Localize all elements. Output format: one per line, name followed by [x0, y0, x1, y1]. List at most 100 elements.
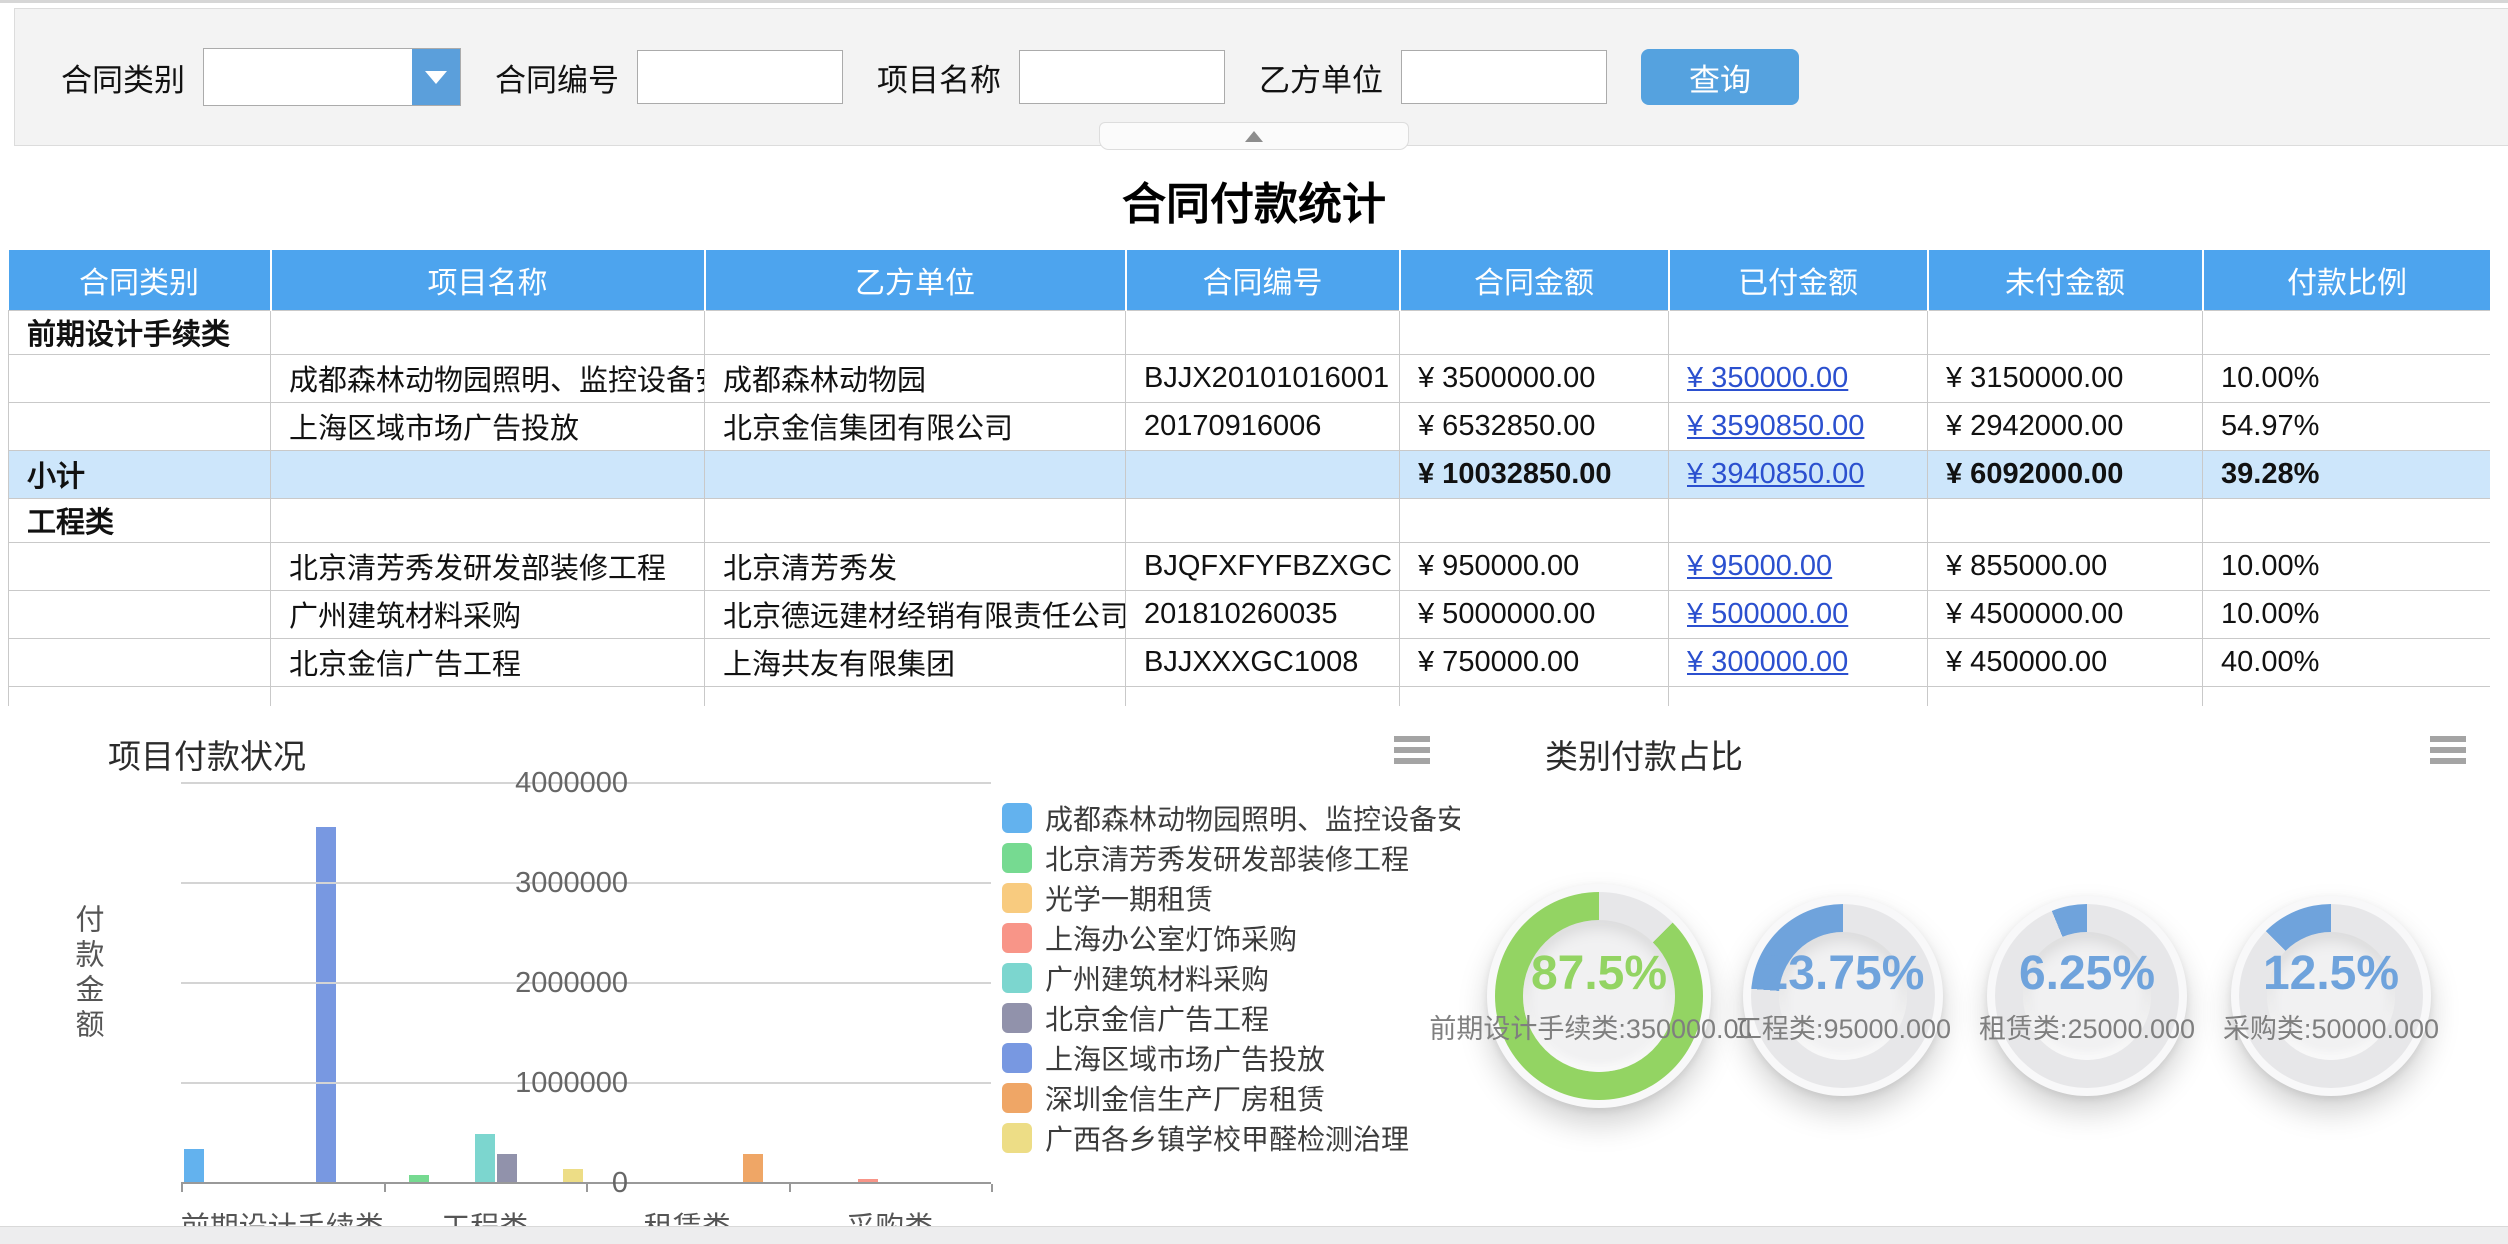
gauge-text: 6.25%租赁类:25000.000	[1987, 896, 2187, 1096]
table-cell	[1669, 310, 1928, 354]
paid-amount-cell: ¥ 95000.00	[1669, 542, 1928, 590]
table-cell	[705, 310, 1126, 354]
legend-swatch	[1002, 843, 1032, 873]
party-b-label: 乙方单位	[1259, 55, 1383, 100]
paid-amount-link[interactable]: ¥ 3590850.00	[1687, 410, 1864, 442]
axis-tick	[384, 1184, 386, 1192]
paid-amount-link[interactable]: ¥ 350000.00	[1687, 362, 1848, 394]
bar-slot	[293, 786, 315, 1184]
paid-amount-link[interactable]: ¥ 3940850.00	[1687, 458, 1864, 490]
contract-type-select-value	[204, 49, 412, 105]
bar-slot	[879, 786, 901, 1184]
party-b-input[interactable]	[1401, 50, 1607, 104]
table-cell: 工程类	[9, 498, 271, 542]
bar-slot	[791, 786, 813, 1184]
contract-table-body: 前期设计手续类成都森林动物园照明、监控设备安装工程成都森林动物园BJJX2010…	[9, 310, 2491, 706]
bar-slot	[452, 786, 474, 1184]
bar-slot	[227, 786, 249, 1184]
page-title: 合同付款统计	[0, 168, 2508, 232]
legend-label: 广州建筑材料采购	[1045, 958, 1269, 998]
table-cell: 北京清芳秀发研发部装修工程	[271, 542, 705, 590]
table-cell	[1928, 310, 2203, 354]
paid-amount-cell: ¥ 3940850.00	[1669, 450, 1928, 498]
table-cell	[1400, 498, 1669, 542]
query-button[interactable]: 查询	[1641, 49, 1799, 105]
table-cell: 小计	[9, 450, 271, 498]
gauge-percent: 87.5%	[1531, 946, 1667, 1001]
bar-slot	[386, 786, 408, 1184]
table-cell: ¥ 10032850.00	[1400, 450, 1669, 498]
bar-slot	[676, 786, 698, 1184]
project-name-input[interactable]	[1019, 50, 1225, 104]
table-row: 成都森林动物园照明、监控设备安装工程成都森林动物园BJJX20101016001…	[9, 354, 2491, 402]
gauge-text: 87.5%前期设计手续类:350000.000	[1487, 884, 1711, 1108]
table-row: 上海区域市场广告投放北京金信集团有限公司20170916006¥ 6532850…	[9, 402, 2491, 450]
legend-swatch	[1002, 883, 1032, 913]
bar-chart-menu-icon[interactable]	[1394, 736, 1430, 769]
contract-no-input[interactable]	[637, 50, 843, 104]
bar-group	[789, 786, 992, 1184]
bar-slot	[271, 786, 293, 1184]
table-cell	[705, 498, 1126, 542]
table-cell: 北京金信广告工程	[271, 638, 705, 686]
legend-label: 北京金信广告工程	[1045, 998, 1269, 1038]
bar-slot	[430, 786, 452, 1184]
table-cell: 北京清芳秀发	[705, 542, 1126, 590]
bar-group	[181, 786, 384, 1184]
legend-label: 广西各乡镇学校甲醛检测治理	[1045, 1118, 1409, 1158]
paid-amount-link[interactable]: ¥ 300000.00	[1687, 646, 1848, 678]
table-cell: ¥ 3150000.00	[1928, 354, 2203, 402]
filter-collapse-tab[interactable]	[1099, 122, 1409, 150]
bar-chart-title: 项目付款状况	[108, 730, 306, 778]
column-header: 付款比例	[2203, 250, 2491, 310]
bar-slot	[901, 786, 923, 1184]
table-cell: 10.00%	[2203, 354, 2491, 402]
gauge-chart-menu-icon[interactable]	[2430, 736, 2466, 769]
bar-slot	[360, 786, 382, 1184]
legend-label: 北京清芳秀发研发部装修工程	[1045, 838, 1409, 878]
table-cell: 成都森林动物园	[705, 354, 1126, 402]
paid-amount-cell: ¥ 300000.00	[1669, 638, 1928, 686]
gauge-label: 工程类:95000.000	[1735, 1007, 1951, 1046]
column-header: 合同类别	[9, 250, 271, 310]
legend-swatch	[1002, 1003, 1032, 1033]
project-payment-chart-panel: 项目付款状况 付款金额 0100000020000003000000400000…	[30, 712, 1450, 1228]
legend-swatch	[1002, 1043, 1032, 1073]
paid-amount-cell: ¥ 3590850.00	[1669, 402, 1928, 450]
legend-label: 上海办公室灯饰采购	[1045, 918, 1297, 958]
contract-type-select[interactable]	[203, 48, 461, 106]
axis-tick	[789, 1184, 791, 1192]
table-cell: BJQFXFYFBZXGC	[1126, 542, 1400, 590]
paid-amount-link[interactable]: ¥ 500000.00	[1687, 598, 1848, 630]
table-row: 工程类	[9, 498, 2491, 542]
table-cell	[1126, 498, 1400, 542]
table-header-row: 合同类别项目名称乙方单位合同编号合同金额已付金额未付金额付款比例	[9, 250, 2491, 310]
contract-table: 合同类别项目名称乙方单位合同编号合同金额已付金额未付金额付款比例 前期设计手续类…	[8, 250, 2490, 706]
table-cell: BJJX20101016001	[1126, 354, 1400, 402]
bar-slot	[857, 786, 879, 1184]
table-cell	[271, 450, 705, 498]
column-header: 合同金额	[1400, 250, 1669, 310]
contract-type-dropdown-button[interactable]	[412, 49, 460, 105]
contract-type-label: 合同类别	[61, 55, 185, 100]
table-cell: 上海共友有限集团	[705, 638, 1126, 686]
table-cell	[9, 590, 271, 638]
bar-slot	[835, 786, 857, 1184]
gauge-percent: 12.5%	[2263, 946, 2399, 1001]
table-cell	[9, 686, 271, 706]
column-header: 合同编号	[1126, 250, 1400, 310]
bar-slot	[654, 786, 676, 1184]
bar-slot	[474, 786, 496, 1184]
horizontal-scrollbar[interactable]	[0, 1226, 2508, 1244]
gauge-chart-title: 类别付款占比	[1545, 730, 1743, 778]
table-cell	[1928, 686, 2203, 706]
column-header: 乙方单位	[705, 250, 1126, 310]
paid-amount-link[interactable]: ¥ 95000.00	[1687, 550, 1832, 582]
payment-ratio-gauge: 23.75%工程类:95000.000	[1743, 896, 1943, 1096]
table-cell	[705, 450, 1126, 498]
table-cell: ¥ 750000.00	[1400, 638, 1669, 686]
payment-ratio-gauge: 12.5%采购类:50000.000	[2231, 896, 2431, 1096]
bar-slot	[205, 786, 227, 1184]
table-cell: 10.00%	[2203, 542, 2491, 590]
bar-slot	[408, 786, 430, 1184]
